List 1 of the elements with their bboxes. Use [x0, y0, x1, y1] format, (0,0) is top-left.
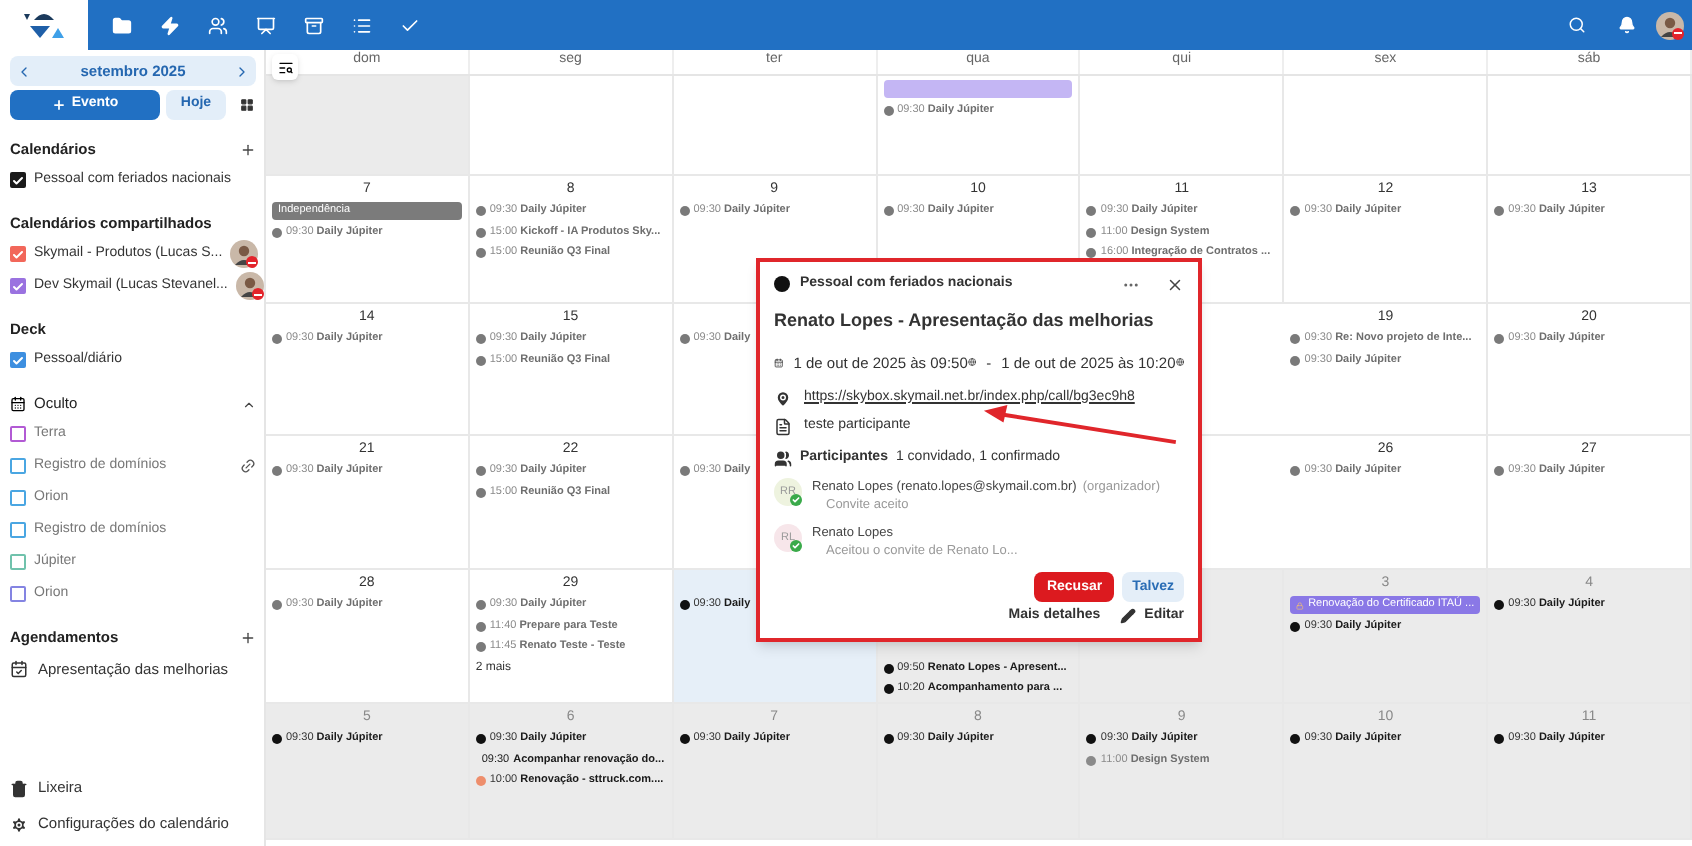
event-title: Renato Lopes - Apresentação das melhorias — [774, 308, 1156, 334]
